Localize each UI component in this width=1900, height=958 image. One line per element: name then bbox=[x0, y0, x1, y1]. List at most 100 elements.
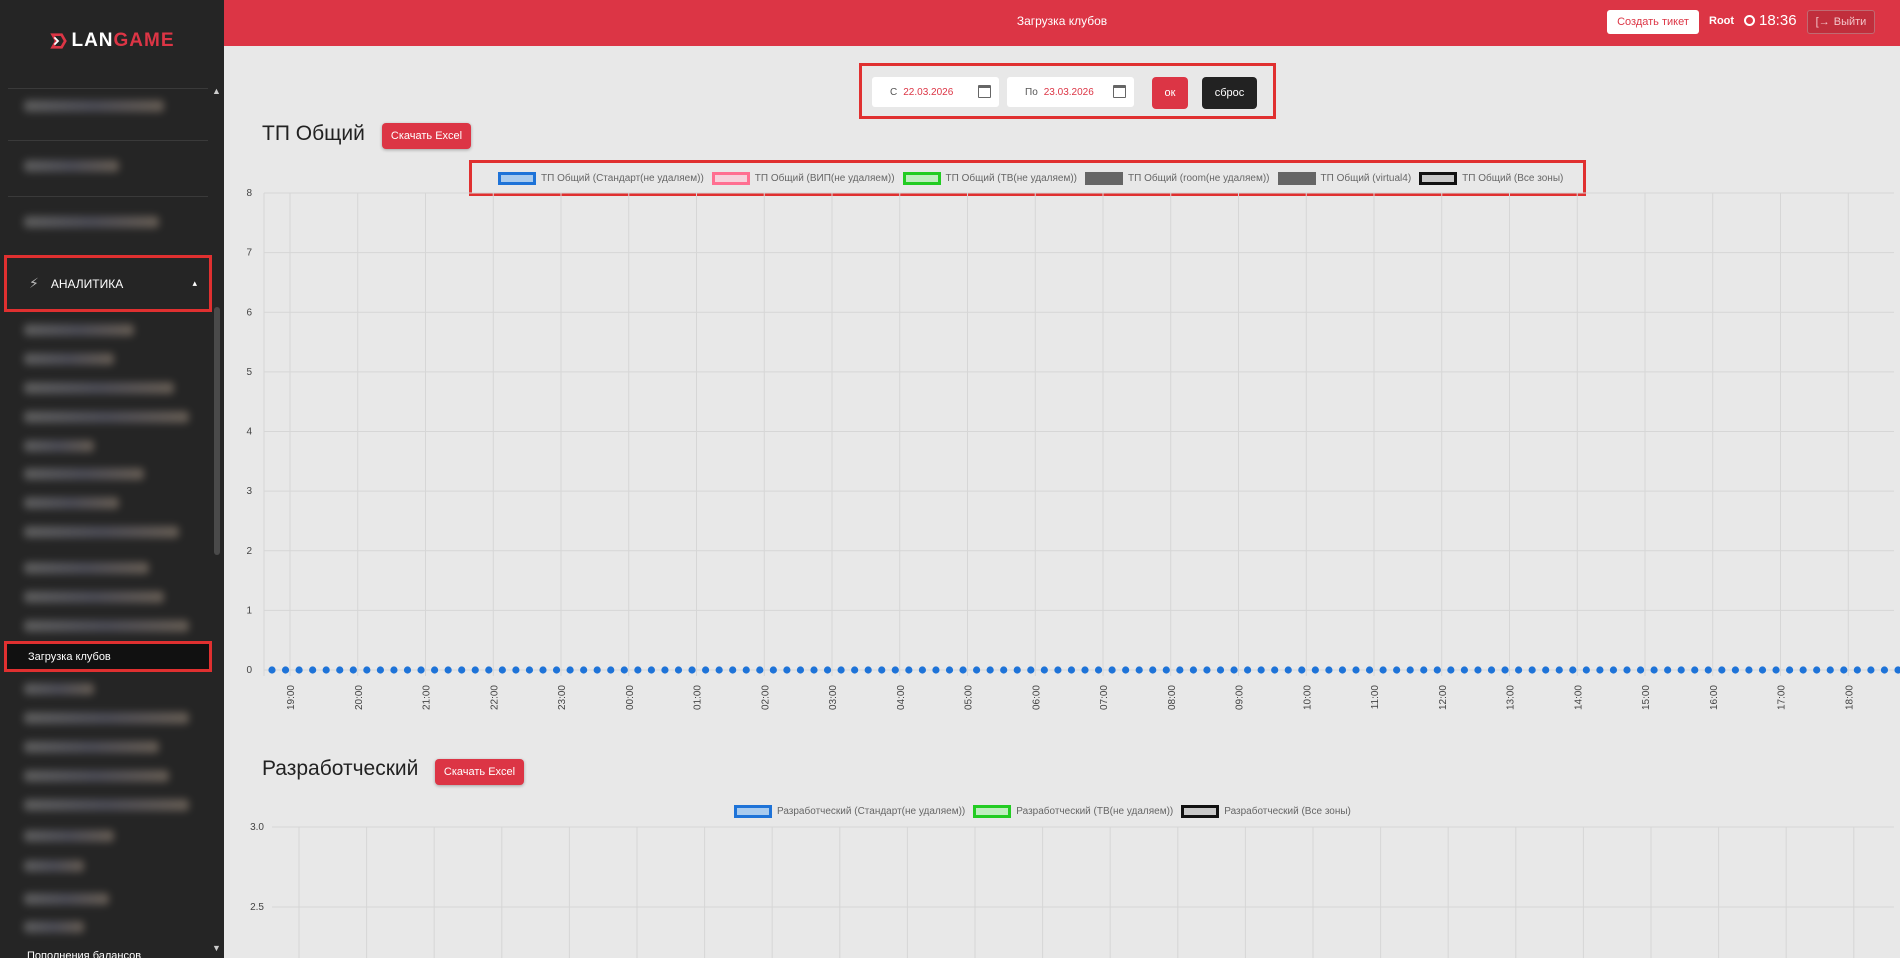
x-tick-label: 00:00 bbox=[625, 685, 636, 710]
sidebar-subitem-blurred[interactable] bbox=[24, 382, 224, 394]
lightning-icon: ⚡ bbox=[29, 275, 39, 291]
x-tick-label: 14:00 bbox=[1573, 685, 1584, 710]
data-point bbox=[1027, 666, 1035, 674]
data-point bbox=[1244, 666, 1252, 674]
sidebar-subitem-blurred[interactable] bbox=[24, 620, 224, 632]
data-point bbox=[1840, 666, 1848, 674]
data-point bbox=[498, 666, 506, 674]
data-point bbox=[1162, 666, 1170, 674]
data-point bbox=[444, 666, 452, 674]
scroll-up-icon[interactable]: ▲ bbox=[211, 85, 222, 97]
data-point bbox=[1365, 666, 1374, 674]
sidebar-scrollbar[interactable]: ▲ ▼ bbox=[211, 85, 222, 958]
data-point bbox=[823, 666, 832, 674]
data-point bbox=[1420, 666, 1428, 674]
sidebar-subitem-blurred[interactable] bbox=[24, 799, 224, 811]
sidebar-item-balance-topups[interactable]: Пополнения балансов bbox=[27, 950, 141, 958]
data-point bbox=[417, 666, 425, 674]
x-tick-label: 13:00 bbox=[1506, 685, 1517, 710]
sidebar-item-club-load[interactable]: Загрузка клубов bbox=[4, 641, 212, 672]
x-tick-label: 09:00 bbox=[1235, 685, 1246, 710]
app-logo[interactable]: LAN GAME bbox=[0, 0, 224, 82]
data-point bbox=[1338, 666, 1347, 674]
data-point bbox=[783, 666, 791, 674]
logout-icon: [→ bbox=[1815, 16, 1830, 28]
sidebar-subitem-blurred[interactable] bbox=[24, 770, 224, 782]
clock: 18:36 bbox=[1744, 12, 1797, 29]
x-tick-label: 15:00 bbox=[1641, 685, 1652, 710]
sidebar-item-blurred[interactable] bbox=[24, 160, 224, 172]
date-to-field[interactable]: По 23.03.2026 bbox=[1007, 77, 1134, 107]
data-point bbox=[1447, 666, 1455, 674]
sidebar-subitem-blurred[interactable] bbox=[24, 497, 224, 509]
data-point bbox=[336, 666, 344, 674]
data-point bbox=[674, 666, 683, 674]
clock-icon bbox=[1744, 15, 1755, 26]
data-point bbox=[1054, 666, 1062, 674]
sidebar-subitem-blurred[interactable] bbox=[24, 353, 224, 365]
sidebar-subitem-blurred[interactable] bbox=[24, 860, 224, 872]
x-tick-label: 04:00 bbox=[896, 685, 907, 710]
data-point bbox=[959, 666, 967, 674]
current-time: 18:36 bbox=[1759, 12, 1797, 29]
data-point bbox=[864, 666, 872, 674]
logout-button[interactable]: [→ Выйти bbox=[1807, 10, 1875, 34]
data-point bbox=[1325, 666, 1333, 674]
sidebar-subitem-blurred[interactable] bbox=[24, 324, 224, 336]
create-ticket-button[interactable]: Создать тикет bbox=[1607, 10, 1699, 34]
data-point bbox=[1284, 666, 1292, 674]
sidebar-subitem-blurred[interactable] bbox=[24, 921, 224, 933]
sidebar-subitem-blurred[interactable] bbox=[24, 411, 224, 423]
sidebar-subitem-blurred[interactable] bbox=[24, 562, 224, 574]
data-point bbox=[349, 666, 357, 674]
sidebar-subitem-blurred[interactable] bbox=[24, 526, 224, 538]
data-point bbox=[1135, 666, 1143, 674]
scrollbar-thumb[interactable] bbox=[214, 307, 220, 555]
date-from-label: С bbox=[890, 86, 898, 98]
data-point bbox=[1393, 666, 1401, 674]
data-point bbox=[1379, 666, 1387, 674]
scroll-down-icon[interactable]: ▼ bbox=[211, 942, 222, 954]
data-point bbox=[1122, 666, 1130, 674]
data-point bbox=[1609, 666, 1618, 674]
calendar-icon[interactable] bbox=[978, 85, 991, 98]
sidebar-item-blurred[interactable] bbox=[24, 100, 224, 112]
sidebar-subitem-blurred[interactable] bbox=[24, 591, 224, 603]
x-tick-label: 11:00 bbox=[1370, 685, 1381, 710]
sidebar-subitem-blurred[interactable] bbox=[24, 712, 224, 724]
data-point bbox=[634, 666, 642, 674]
data-point bbox=[1853, 666, 1861, 674]
data-point bbox=[1230, 666, 1238, 674]
x-tick-label: 21:00 bbox=[422, 685, 433, 710]
data-point bbox=[1216, 666, 1225, 674]
x-tick-label: 06:00 bbox=[1031, 685, 1042, 710]
data-point bbox=[471, 666, 479, 674]
sidebar-item-blurred[interactable] bbox=[24, 216, 224, 228]
calendar-icon[interactable] bbox=[1113, 85, 1126, 98]
data-point bbox=[363, 666, 371, 674]
sidebar-item-analytics[interactable]: ⚡ АНАЛИТИКА ▴ bbox=[4, 255, 212, 312]
sidebar-subitem-blurred[interactable] bbox=[24, 893, 224, 905]
data-point bbox=[1772, 666, 1780, 674]
reset-button[interactable]: сброс bbox=[1202, 77, 1257, 109]
sidebar-subitem-blurred[interactable] bbox=[24, 683, 224, 695]
data-point bbox=[376, 666, 384, 674]
data-point bbox=[1433, 666, 1441, 674]
download-excel-button[interactable]: Скачать Excel bbox=[435, 759, 524, 785]
x-tick-label: 22:00 bbox=[489, 685, 500, 710]
logo-lan-text: LAN bbox=[71, 30, 114, 51]
sidebar-subitem-blurred[interactable] bbox=[24, 440, 224, 452]
top-header: Загрузка клубов Создать тикет Root 18:36… bbox=[224, 0, 1900, 46]
data-point bbox=[1758, 666, 1767, 674]
sidebar-subitem-blurred[interactable] bbox=[24, 741, 224, 753]
sidebar-subitem-blurred[interactable] bbox=[24, 830, 224, 842]
data-point bbox=[1880, 666, 1889, 674]
date-from-field[interactable]: С 22.03.2026 bbox=[872, 77, 999, 107]
data-point bbox=[1189, 666, 1197, 674]
ok-button[interactable]: ок bbox=[1152, 77, 1188, 109]
data-point bbox=[1786, 666, 1794, 674]
sidebar-subitem-blurred[interactable] bbox=[24, 468, 224, 480]
data-point bbox=[1474, 666, 1482, 674]
download-excel-button[interactable]: Скачать Excel bbox=[382, 123, 471, 149]
sidebar-divider bbox=[8, 196, 208, 197]
